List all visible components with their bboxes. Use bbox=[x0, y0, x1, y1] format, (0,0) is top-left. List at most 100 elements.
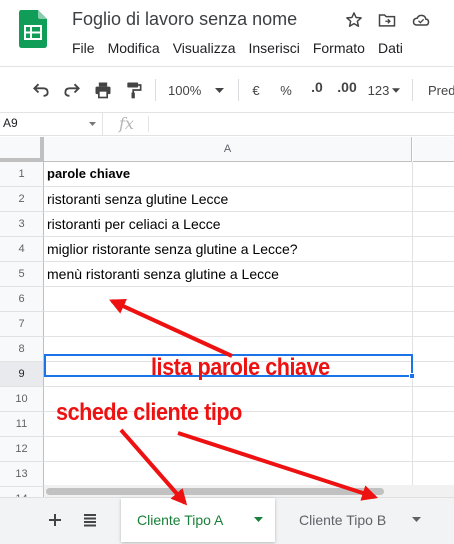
undo-button[interactable] bbox=[30, 79, 52, 101]
select-all-corner[interactable] bbox=[0, 137, 44, 162]
row-header[interactable]: 11 bbox=[0, 412, 44, 437]
cell-a[interactable]: ristoranti senza glutine Lecce bbox=[44, 187, 413, 212]
column-header-next[interactable] bbox=[413, 137, 454, 162]
formula-divider bbox=[148, 116, 149, 132]
name-box-value: A9 bbox=[3, 116, 18, 130]
row-header[interactable]: 4 bbox=[0, 237, 44, 262]
horizontal-scrollbar[interactable] bbox=[44, 485, 454, 497]
formula-bar: A9 fx bbox=[0, 112, 454, 136]
percent-format-button[interactable]: % bbox=[278, 79, 294, 101]
menu-modifica[interactable]: Modifica bbox=[108, 40, 160, 56]
menu-inserisci[interactable]: Inserisci bbox=[248, 40, 299, 56]
fill-handle[interactable] bbox=[409, 373, 415, 379]
cell-a[interactable] bbox=[44, 437, 413, 462]
app-header: Foglio di lavoro senza nome File Modifica… bbox=[0, 0, 454, 66]
redo-icon bbox=[64, 83, 80, 97]
cell-a[interactable] bbox=[44, 312, 413, 337]
decrease-decimals-button[interactable]: .0 bbox=[304, 79, 330, 101]
add-sheet-icon[interactable] bbox=[45, 510, 65, 530]
row-header[interactable]: 2 bbox=[0, 187, 44, 212]
menu-formato[interactable]: Formato bbox=[313, 40, 365, 56]
undo-icon bbox=[33, 83, 49, 97]
document-title[interactable]: Foglio di lavoro senza nome bbox=[72, 9, 297, 30]
cell-a[interactable] bbox=[44, 462, 413, 487]
table-row: 2 ristoranti senza glutine Lecce bbox=[0, 187, 454, 212]
cell-a[interactable]: ristoranti per celiaci a Lecce bbox=[44, 212, 413, 237]
cell-a[interactable]: miglior ristorante senza glutine a Lecce… bbox=[44, 237, 413, 262]
row-header[interactable]: 1 bbox=[0, 162, 44, 187]
cell-b[interactable] bbox=[413, 362, 454, 387]
chevron-down-icon bbox=[392, 87, 401, 93]
chevron-down-icon[interactable] bbox=[254, 517, 263, 522]
more-formats-button[interactable]: 123 bbox=[366, 79, 402, 101]
row-header[interactable]: 10 bbox=[0, 387, 44, 412]
print-button[interactable] bbox=[92, 79, 114, 101]
paint-format-button[interactable] bbox=[123, 79, 145, 101]
cell-b[interactable] bbox=[413, 412, 454, 437]
toolbar-divider bbox=[238, 79, 239, 101]
cell-b[interactable] bbox=[413, 287, 454, 312]
cell-a[interactable]: parole chiave bbox=[44, 162, 413, 187]
star-icon[interactable] bbox=[344, 10, 364, 30]
cell-b[interactable] bbox=[413, 212, 454, 237]
menu-visualizza[interactable]: Visualizza bbox=[173, 40, 236, 56]
paint-format-icon bbox=[127, 82, 142, 99]
zoom-select[interactable]: 100% bbox=[168, 79, 232, 101]
menu-dati[interactable]: Dati bbox=[378, 40, 403, 56]
cloud-status-icon[interactable] bbox=[411, 10, 431, 30]
row-header[interactable]: 5 bbox=[0, 262, 44, 287]
sheet-tab-label: Cliente Tipo B bbox=[299, 512, 387, 528]
table-row: 5 menù ristoranti senza glutine a Lecce bbox=[0, 262, 454, 287]
row-header[interactable]: 8 bbox=[0, 337, 44, 362]
cell-b[interactable] bbox=[413, 187, 454, 212]
cell-b[interactable] bbox=[413, 387, 454, 412]
cell-b[interactable] bbox=[413, 312, 454, 337]
increase-decimals-button[interactable]: .00 bbox=[334, 79, 360, 101]
cell-b[interactable] bbox=[413, 337, 454, 362]
menu-bar: File Modifica Visualizza Inserisci Formato Da… bbox=[72, 40, 416, 60]
cell-b[interactable] bbox=[413, 162, 454, 187]
toolbar: 100% € % .0 .00 123 Pred bbox=[0, 66, 454, 112]
row-header[interactable]: 12 bbox=[0, 437, 44, 462]
currency-format-button[interactable]: € bbox=[248, 79, 264, 101]
annotation-keyword-list: lista parole chiave bbox=[151, 354, 330, 381]
cell-b[interactable] bbox=[413, 237, 454, 262]
cell-b[interactable] bbox=[413, 437, 454, 462]
table-row: 13 bbox=[0, 462, 454, 487]
scrollbar-thumb[interactable] bbox=[46, 488, 384, 495]
toolbar-divider bbox=[412, 79, 413, 101]
increase-decimals-label: .00 bbox=[337, 79, 357, 95]
cell-a[interactable]: menù ristoranti senza glutine a Lecce bbox=[44, 262, 413, 287]
row-header[interactable]: 6 bbox=[0, 287, 44, 312]
menu-file[interactable]: File bbox=[72, 40, 95, 56]
row-header[interactable]: 9 bbox=[0, 362, 44, 387]
chevron-down-icon bbox=[89, 122, 96, 126]
font-select[interactable]: Pred bbox=[428, 79, 454, 101]
table-row: 6 bbox=[0, 287, 454, 312]
more-formats-label: 123 bbox=[367, 82, 390, 98]
cell-b[interactable] bbox=[413, 262, 454, 287]
table-row: 4 miglior ristorante senza glutine a Lecc… bbox=[0, 237, 454, 262]
spreadsheet-grid: A 1 parole chiave 2 ristoranti senza glutin… bbox=[0, 137, 454, 497]
name-box[interactable]: A9 bbox=[0, 113, 103, 135]
row-header[interactable]: 13 bbox=[0, 462, 44, 487]
sheets-logo-icon[interactable] bbox=[19, 10, 47, 48]
all-sheets-menu-icon[interactable] bbox=[80, 510, 100, 530]
row-header[interactable]: 14 bbox=[0, 487, 44, 497]
row-header[interactable]: 7 bbox=[0, 312, 44, 337]
cell-a[interactable] bbox=[44, 287, 413, 312]
sheet-tab-cliente-tipo-b[interactable]: Cliente Tipo B bbox=[283, 498, 430, 542]
cell-b[interactable] bbox=[413, 462, 454, 487]
column-header-a[interactable]: A bbox=[44, 137, 412, 162]
row-header[interactable]: 3 bbox=[0, 212, 44, 237]
table-row: 3 ristoranti per celiaci a Lecce bbox=[0, 212, 454, 237]
sheet-tab-cliente-tipo-a[interactable]: Cliente Tipo A bbox=[121, 498, 275, 542]
decrease-decimals-label: .0 bbox=[311, 79, 323, 95]
table-row: 1 parole chiave bbox=[0, 162, 454, 187]
redo-button[interactable] bbox=[61, 79, 83, 101]
table-row: 12 bbox=[0, 437, 454, 462]
print-icon bbox=[95, 82, 111, 99]
move-to-folder-icon[interactable] bbox=[377, 10, 397, 30]
sheet-tabs-bar: Cliente Tipo A Cliente Tipo B bbox=[0, 497, 454, 544]
chevron-down-icon[interactable] bbox=[412, 517, 421, 522]
